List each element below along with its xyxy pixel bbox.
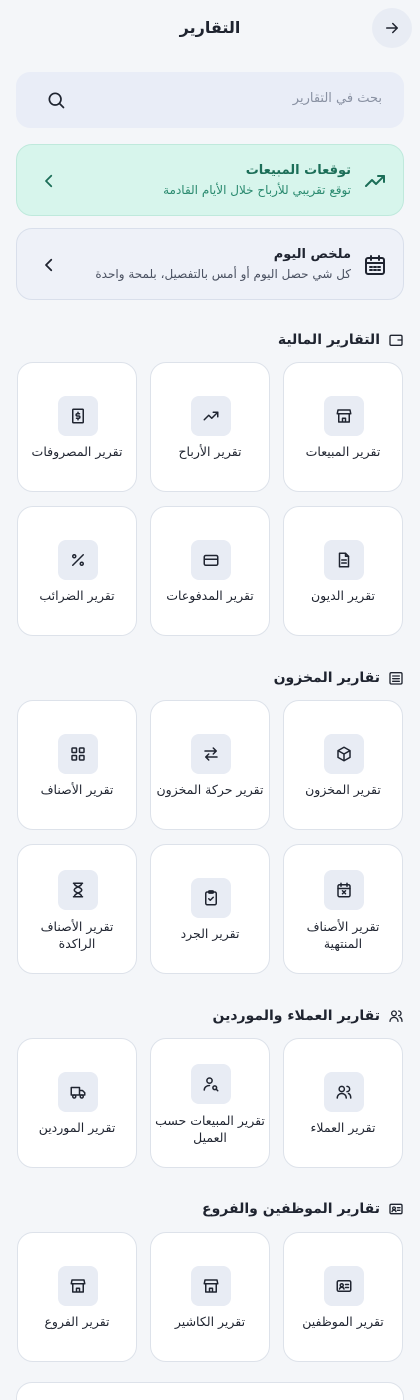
card-label: تقرير الكاشير <box>174 1314 246 1329</box>
card-label: تقرير المبيعات <box>305 444 381 459</box>
card-label: تقرير المخزون <box>305 782 381 797</box>
wallet-icon <box>388 332 404 348</box>
card-label: تقرير الضرائب <box>39 588 115 603</box>
section-label: تقارير المخزون <box>273 670 380 686</box>
report-card-debts[interactable]: تقرير الديون <box>283 506 403 636</box>
card-label: تقرير الفروع <box>44 1314 110 1329</box>
next-section-card[interactable] <box>16 1382 404 1400</box>
document-icon <box>324 540 364 580</box>
report-card-profits[interactable]: تقرير الأرباح <box>150 362 270 492</box>
card-label: تقرير العملاء <box>310 1120 376 1135</box>
transfer-icon <box>191 734 231 774</box>
users-icon <box>388 1008 404 1024</box>
forecast-subtitle: توقع تقريبي للأرباح خلال الأيام القادمة <box>163 183 351 197</box>
report-card-items[interactable]: تقرير الأصناف <box>17 700 137 830</box>
percent-icon <box>58 540 98 580</box>
card-label: تقرير الجرد <box>180 926 240 941</box>
card-label: تقرير الأرباح <box>178 444 242 459</box>
truck-icon <box>58 1072 98 1112</box>
chevron-left-icon <box>37 253 61 277</box>
report-card-suppliers[interactable]: تقرير الموردين <box>17 1038 137 1168</box>
app-header: التقارير <box>0 8 420 48</box>
section-label: تقارير العملاء والموردين <box>212 1008 380 1024</box>
card-label: تقرير المبيعات حسب العميل <box>155 1113 265 1145</box>
store-icon <box>324 396 364 436</box>
id-card-icon <box>324 1266 364 1306</box>
report-card-sales-by-customer[interactable]: تقرير المبيعات حسب العميل <box>150 1038 270 1168</box>
users-icon <box>324 1072 364 1112</box>
user-search-icon <box>191 1064 231 1104</box>
id-card-icon <box>388 1201 404 1217</box>
report-card-branches[interactable]: تقرير الفروع <box>17 1232 137 1362</box>
daily-summary-card[interactable]: ملخص اليوم كل شي حصل اليوم أو أمس بالتفص… <box>16 228 404 300</box>
arrow-right-icon <box>383 19 401 37</box>
sales-forecast-card[interactable]: توقعات المبيعات توقع تقريبي للأرباح خلال… <box>16 144 404 216</box>
card-label: تقرير الموظفين <box>302 1314 384 1329</box>
report-card-stagnant-items[interactable]: تقرير الأصناف الراكدة <box>17 844 137 974</box>
report-card-expenses[interactable]: تقرير المصروفات <box>17 362 137 492</box>
section-title-employees: تقارير الموظفين والفروع <box>202 1197 404 1221</box>
calendar-icon <box>363 253 387 277</box>
card-label: تقرير الأصناف الراكدة <box>40 919 114 951</box>
store-icon <box>58 1266 98 1306</box>
card-label: تقرير الموردين <box>38 1120 116 1135</box>
calendar-x-icon <box>324 870 364 910</box>
report-card-stock-movement[interactable]: تقرير حركة المخزون <box>150 700 270 830</box>
section-label: التقارير المالية <box>277 332 380 348</box>
receipt-icon <box>58 396 98 436</box>
page-title: التقارير <box>179 18 241 37</box>
clipboard-check-icon <box>191 878 231 918</box>
summary-title: ملخص اليوم <box>273 247 351 262</box>
card-label: تقرير المدفوعات <box>166 588 254 603</box>
section-title-financial: التقارير المالية <box>278 328 404 352</box>
search-icon <box>46 90 66 110</box>
section-title-inventory: تقارير المخزون <box>274 666 404 690</box>
search-placeholder: بحث في التقارير <box>292 91 382 106</box>
back-button[interactable] <box>372 8 412 48</box>
summary-subtitle: كل شي حصل اليوم أو أمس بالتفصيل، بلمحة و… <box>95 267 351 281</box>
credit-card-icon <box>191 540 231 580</box>
search-input[interactable]: بحث في التقارير <box>16 72 404 128</box>
hourglass-icon <box>58 870 98 910</box>
report-card-cashier[interactable]: تقرير الكاشير <box>150 1232 270 1362</box>
report-card-inventory[interactable]: تقرير المخزون <box>283 700 403 830</box>
card-label: تقرير الأصناف <box>40 782 114 797</box>
report-card-taxes[interactable]: تقرير الضرائب <box>17 506 137 636</box>
card-label: تقرير المصروفات <box>31 444 123 459</box>
grid-icon <box>58 734 98 774</box>
card-label: تقرير حركة المخزون <box>156 782 264 797</box>
report-card-stocktake[interactable]: تقرير الجرد <box>150 844 270 974</box>
forecast-title: توقعات المبيعات <box>245 163 351 178</box>
section-title-customers: تقارير العملاء والموردين <box>212 1004 404 1028</box>
report-card-payments[interactable]: تقرير المدفوعات <box>150 506 270 636</box>
archive-icon <box>388 670 404 686</box>
card-label: تقرير الأصناف المنتهية <box>306 919 380 951</box>
report-card-sales[interactable]: تقرير المبيعات <box>283 362 403 492</box>
report-card-expired-items[interactable]: تقرير الأصناف المنتهية <box>283 844 403 974</box>
trending-up-icon <box>191 396 231 436</box>
chevron-left-icon <box>37 169 61 193</box>
trending-up-icon <box>363 169 387 193</box>
box-icon <box>324 734 364 774</box>
report-card-employees[interactable]: تقرير الموظفين <box>283 1232 403 1362</box>
section-label: تقارير الموظفين والفروع <box>202 1201 380 1217</box>
card-label: تقرير الديون <box>310 588 375 603</box>
report-card-customers[interactable]: تقرير العملاء <box>283 1038 403 1168</box>
store-icon <box>191 1266 231 1306</box>
